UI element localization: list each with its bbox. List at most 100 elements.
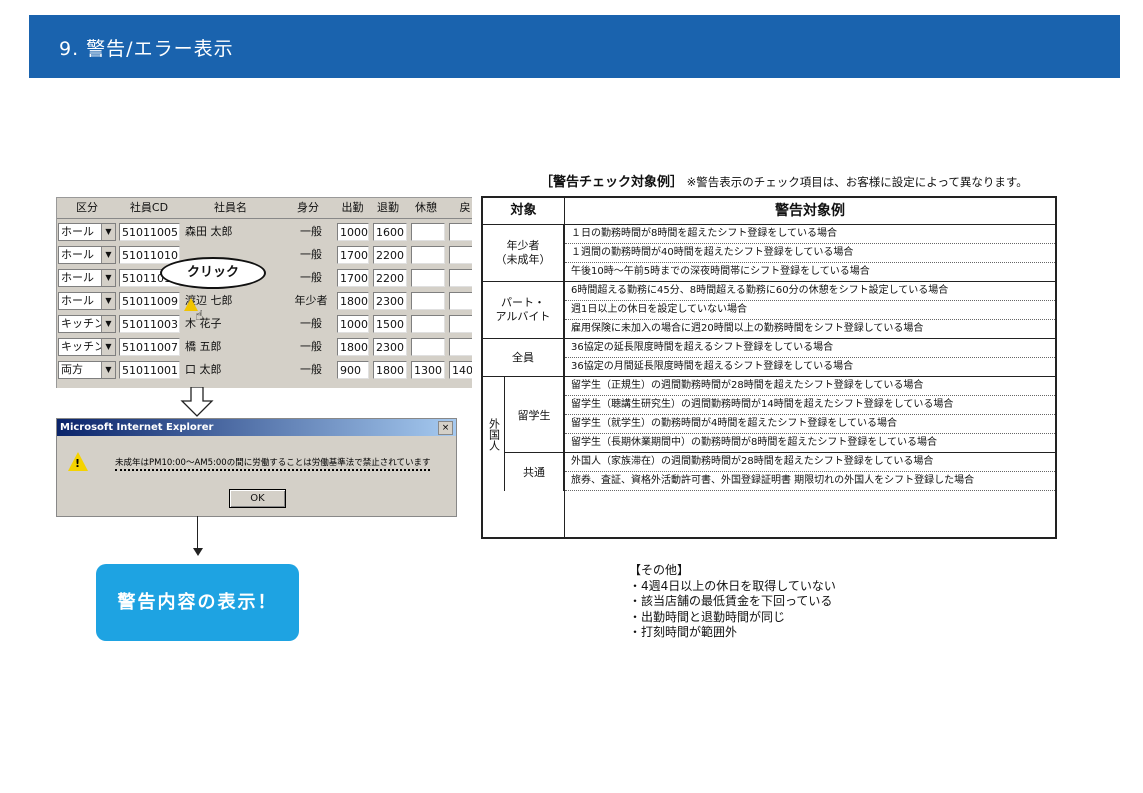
page-title: 9. 警告/エラー表示: [59, 38, 234, 60]
warning-item: 雇用保険に未加入の場合に週20時間以上の勤務時間をシフト登録している場合: [565, 320, 1055, 339]
kubun-select[interactable]: ホール ▼: [58, 269, 116, 287]
kubun-select[interactable]: キッチン ▼: [58, 315, 116, 333]
kubun-select[interactable]: ホール ▼: [58, 223, 116, 241]
return-field[interactable]: [449, 269, 472, 287]
column-header: 社員名: [181, 198, 281, 219]
status-text: 一般: [283, 246, 337, 264]
start-time-field[interactable]: 900: [337, 361, 369, 379]
warning-item: 外国人（家族滞在）の週間勤務時間が28時間を超えたシフト登録をしている場合: [565, 453, 1055, 472]
return-field[interactable]: [449, 292, 472, 310]
end-time-field[interactable]: 2300: [373, 292, 407, 310]
warning-item: １日の勤務時間が8時間を超えたシフト登録をしている場合: [565, 225, 1055, 244]
start-time-field[interactable]: 1000: [337, 223, 369, 241]
kubun-value: ホール: [61, 248, 94, 261]
column-header: 身分: [280, 198, 337, 219]
chevron-down-icon[interactable]: ▼: [101, 247, 115, 263]
break-field[interactable]: [411, 338, 445, 356]
grid-row: キッチン ▼ 51011007 橋 五郎 一般 1800 2300: [57, 337, 472, 357]
end-time-field[interactable]: 1600: [373, 223, 407, 241]
chevron-down-icon[interactable]: ▼: [101, 270, 115, 286]
status-text: 一般: [283, 315, 337, 333]
employee-code-field[interactable]: 51011007: [119, 338, 180, 356]
status-text: 一般: [283, 338, 337, 356]
status-text: 一般: [283, 223, 337, 241]
warning-table: 対象 警告対象例 年少者 （未成年） １日の勤務時間が8時間を超えたシフト登録をしてい…: [481, 196, 1057, 539]
column-header: 戻: [445, 198, 472, 219]
group-label: 全員: [483, 339, 564, 377]
employee-code-field[interactable]: 51011009: [119, 292, 180, 310]
kubun-select[interactable]: ホール ▼: [58, 292, 116, 310]
break-field[interactable]: [411, 269, 445, 287]
kubun-select[interactable]: ホール ▼: [58, 246, 116, 264]
break-field[interactable]: [411, 246, 445, 264]
start-time-field[interactable]: 1000: [337, 315, 369, 333]
start-time-field[interactable]: 1800: [337, 338, 369, 356]
grid-header-row: 区分 社員CD 社員名 身分 出勤 退勤 休憩戻: [57, 198, 472, 219]
warning-item: 旅券、査証、資格外活動許可書、外国登録証明書 期限切れの外国人をシフト登録した場…: [565, 472, 1055, 491]
employee-name: 橋 五郎: [183, 338, 280, 356]
group-label: パート・ アルバイト: [483, 282, 564, 339]
header-right: 警告対象例: [775, 203, 845, 219]
return-field[interactable]: [449, 223, 472, 241]
kubun-value: ホール: [61, 271, 94, 284]
column-header: 退勤: [369, 198, 408, 219]
column-header: 出勤: [336, 198, 370, 219]
break-field[interactable]: [411, 223, 445, 241]
other-item: ・出勤時間と退勤時間が同じ: [629, 609, 786, 624]
status-text: 一般: [283, 361, 337, 379]
employee-code-field[interactable]: 51011010: [119, 246, 180, 264]
exclamation-icon: !: [75, 457, 81, 470]
start-time-field[interactable]: 1700: [337, 269, 369, 287]
other-item: ・該当店舗の最低賃金を下回っている: [629, 594, 833, 608]
dialog-message: 未成年はPM10:00～AM5:00の間に労働することは労働基準法で禁止されてい…: [115, 456, 431, 471]
end-time-field[interactable]: 1800: [373, 361, 407, 379]
kubun-value: ホール: [61, 294, 94, 307]
other-item: ・4週4日以上の休日を取得していない: [629, 578, 836, 593]
close-button[interactable]: ×: [438, 421, 453, 435]
ok-button[interactable]: OK: [229, 489, 286, 508]
kubun-select[interactable]: キッチン ▼: [58, 338, 116, 356]
start-time-field[interactable]: 1800: [337, 292, 369, 310]
employee-code-field[interactable]: 51011003: [119, 315, 180, 333]
grid-row: キッチン ▼ 51011003 木 花子 一般 1000 1500: [57, 314, 472, 334]
grid-row: ホール ▼ 51011010 一般 1700 2200: [57, 245, 472, 265]
warning-item: １週間の勤務時間が40時間を超えたシフト登録をしている場合: [565, 244, 1055, 263]
return-field[interactable]: [449, 246, 472, 264]
sub-group-label: 留学生: [505, 377, 564, 453]
end-time-field[interactable]: 2200: [373, 269, 407, 287]
break-field[interactable]: [411, 315, 445, 333]
kubun-select[interactable]: 両方 ▼: [58, 361, 116, 379]
grid-row: ホール ▼ 51011005 森田 太郎 一般 1000 1600: [57, 222, 472, 242]
chevron-down-icon[interactable]: ▼: [101, 339, 115, 355]
return-field[interactable]: [449, 315, 472, 333]
break-field[interactable]: [411, 292, 445, 310]
employee-name: 口 太郎: [183, 361, 280, 379]
return-field[interactable]: 140: [449, 361, 472, 379]
foreign-label: 外国人: [483, 377, 505, 491]
break-field[interactable]: 1300: [411, 361, 445, 379]
column-header: 休憩: [407, 198, 446, 219]
warning-item: 6時間超える勤務に45分、8時間超える勤務に60分の休憩をシフト設定している場合: [565, 282, 1055, 301]
status-text: 一般: [283, 269, 337, 287]
hand-cursor-icon: ☝: [195, 308, 204, 324]
start-time-field[interactable]: 1700: [337, 246, 369, 264]
alert-dialog: Microsoft Internet Explorer × ! 未成年はPM10…: [56, 418, 457, 517]
sub-group-label: 共通: [505, 453, 564, 491]
status-text: 年少者: [283, 292, 337, 310]
employee-code-field[interactable]: 51011005: [119, 223, 180, 241]
end-time-field[interactable]: 1500: [373, 315, 407, 333]
chevron-down-icon[interactable]: ▼: [101, 293, 115, 309]
employee-code-field[interactable]: 51011001: [119, 361, 180, 379]
return-field[interactable]: [449, 338, 472, 356]
end-time-field[interactable]: 2200: [373, 246, 407, 264]
chevron-down-icon[interactable]: ▼: [101, 316, 115, 332]
grid-row: ホール ▼ 51011009 渡辺 七郎 年少者 1800 2300: [57, 291, 472, 311]
other-section: 【その他】 ・4週4日以上の休日を取得していない ・該当店舗の最低賃金を下回って…: [629, 563, 836, 641]
end-time-field[interactable]: 2300: [373, 338, 407, 356]
chevron-down-icon[interactable]: ▼: [101, 362, 115, 378]
caption-title: ［警告チェック対象例］: [540, 175, 684, 190]
chevron-down-icon[interactable]: ▼: [101, 224, 115, 240]
warning-item: 留学生（長期休業期間中）の勤務時間が8時間を超えたシフト登録をしている場合: [565, 434, 1055, 453]
warning-item: 週1日以上の休日を設定していない場合: [565, 301, 1055, 320]
table-caption: ［警告チェック対象例］ ※警告表示のチェック項目は、お客様に設定によって異なりま…: [540, 171, 1028, 190]
